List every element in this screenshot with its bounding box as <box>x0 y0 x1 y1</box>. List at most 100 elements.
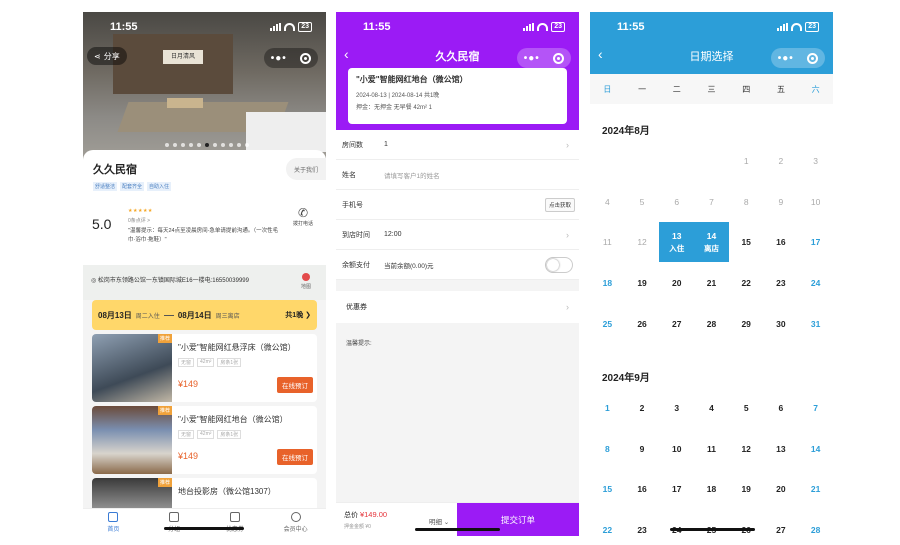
phone-row[interactable]: 手机号 点击获取 <box>336 190 579 220</box>
calendar-day[interactable]: 26 <box>625 304 660 344</box>
weekday-label: 二 <box>672 84 681 94</box>
close-miniapp-icon[interactable] <box>553 52 565 64</box>
calendar-scroll[interactable]: 2024年8月 2024年9月 1 2 3 4 5 6 7 8 9 10 11 12 13 入住 14 离店 1… <box>590 104 833 536</box>
calendar-day[interactable]: 13 <box>764 429 799 469</box>
calendar-day[interactable]: 23 <box>764 263 799 303</box>
total-label: 总价 <box>344 512 358 519</box>
calendar-day[interactable]: 24 <box>659 510 694 536</box>
booking-dates: 2024-08-13 | 2024-08-14 共1晚 <box>356 93 440 99</box>
home-indicator[interactable] <box>415 528 500 531</box>
about-us-button[interactable]: 关于我们 <box>286 158 326 180</box>
calendar-day[interactable]: 8 <box>590 429 625 469</box>
submit-order-button[interactable]: 提交订单 <box>457 503 579 536</box>
calendar-day[interactable]: 25 <box>590 304 625 344</box>
stay-date-bar[interactable]: 08月13日 周二入住 08月14日 周三离店 共1晚 ❯ <box>92 300 317 330</box>
spec: 无窗 <box>178 358 195 367</box>
calendar-day[interactable]: 5 <box>729 388 764 428</box>
calendar-day[interactable]: 22 <box>729 263 764 303</box>
arrival-time-row[interactable]: 到店时间 12:00 › <box>336 220 579 250</box>
calendar-day[interactable]: 18 <box>694 469 729 509</box>
calendar-day[interactable]: 11 <box>694 429 729 469</box>
balance-toggle[interactable] <box>545 256 573 273</box>
calendar-day[interactable]: 3 <box>659 388 694 428</box>
calendar-day[interactable]: 16 <box>764 222 799 262</box>
calendar-day[interactable]: 13 入住 <box>659 222 695 263</box>
miniapp-capsule[interactable]: •●• <box>264 48 318 68</box>
miniapp-capsule[interactable]: •●• <box>517 48 571 68</box>
calendar-day[interactable]: 31 <box>798 304 833 344</box>
calendar-day[interactable]: 9 <box>625 429 660 469</box>
guest-name-input[interactable]: 请填写客户1的姓名 <box>384 170 440 180</box>
calendar-day[interactable]: 4 <box>694 388 729 428</box>
calendar-day[interactable]: 22 <box>590 510 625 536</box>
calendar-day[interactable]: 10 <box>659 429 694 469</box>
more-icon[interactable]: •●• <box>524 53 540 64</box>
home-indicator[interactable] <box>164 527 244 530</box>
calendar-day[interactable]: 16 <box>625 469 660 509</box>
calendar-day[interactable]: 1 <box>590 388 625 428</box>
calendar-day[interactable]: 21 <box>694 263 729 303</box>
calendar-day[interactable]: 7 <box>798 388 833 428</box>
calendar-day: 3 <box>813 156 818 166</box>
tab-group[interactable]: 分组 <box>144 509 205 536</box>
room-card[interactable]: 推荐 "小爱"智能网红地台（微公馆） 无窗 42m² 房条1张 ¥149 在线预… <box>92 406 317 474</box>
close-miniapp-icon[interactable] <box>300 52 312 64</box>
guest-name-row[interactable]: 姓名 请填写客户1的姓名 <box>336 160 579 190</box>
room-card[interactable]: 推荐 "小爱"智能网红悬浮床（微公馆） 无窗 42m² 房条1张 ¥149 在线… <box>92 334 317 402</box>
miniapp-capsule[interactable]: •●• <box>771 48 825 68</box>
calendar-day[interactable]: 15 <box>590 469 625 509</box>
map-pin-icon <box>302 273 310 281</box>
more-icon[interactable]: •●• <box>271 53 287 64</box>
book-online-button[interactable]: 在线预订 <box>277 377 313 393</box>
calendar-day[interactable]: 25 <box>694 510 729 536</box>
calendar-day[interactable]: 27 <box>764 510 799 536</box>
calendar-day[interactable]: 28 <box>798 510 833 536</box>
calendar-day[interactable]: 19 <box>729 469 764 509</box>
order-form: 房间数 1 › 姓名 请填写客户1的姓名 手机号 点击获取 到店时间 12:00… <box>336 130 579 280</box>
wifi-icon <box>537 23 549 31</box>
calendar-day[interactable]: 21 <box>798 469 833 509</box>
calendar-day: 4 <box>604 196 610 207</box>
calendar-day[interactable]: 17 <box>798 222 833 262</box>
status-bar: 11:55 23 <box>336 12 579 42</box>
reviews-link[interactable]: 0条点评 > <box>128 217 150 224</box>
tab-coupon[interactable]: 优惠券 <box>205 509 266 536</box>
tab-home[interactable]: 首页 <box>83 509 144 536</box>
address-row: ◎ 松岗市东领路公馆一东镇国际城E16一楼电:16550039999 地图 <box>83 265 326 300</box>
more-icon[interactable]: •●• <box>778 53 794 64</box>
calendar-day[interactable]: 14 离店 <box>694 222 729 263</box>
map-button[interactable]: 地图 <box>294 273 318 290</box>
book-online-button[interactable]: 在线预订 <box>277 449 313 465</box>
signal-icon <box>523 23 535 31</box>
calendar-day[interactable]: 26 <box>729 510 764 536</box>
calendar-day[interactable]: 14 <box>798 429 833 469</box>
calendar-day[interactable]: 20 <box>659 263 694 303</box>
calendar-day[interactable]: 20 <box>764 469 799 509</box>
price-detail-button[interactable]: 明细 ⌄ <box>429 516 449 526</box>
calendar-day[interactable]: 27 <box>659 304 694 344</box>
hotel-home-screen: 日月清风 11:55 23 ⋖ 分享 •●• 久久民宿 舒适整洁 配套齐全 自助… <box>83 12 326 536</box>
share-label: 分享 <box>103 51 120 61</box>
home-indicator[interactable] <box>670 528 755 531</box>
call-button[interactable]: ✆ 拨打电话 <box>288 206 318 227</box>
share-button[interactable]: ⋖ 分享 <box>87 47 127 65</box>
calendar-day[interactable]: 29 <box>729 304 764 344</box>
calendar-day[interactable]: 18 <box>590 263 625 303</box>
calendar-day[interactable]: 24 <box>798 263 833 303</box>
tab-member[interactable]: 会员中心 <box>265 509 326 536</box>
calendar-day[interactable]: 28 <box>694 304 729 344</box>
close-miniapp-icon[interactable] <box>807 52 819 64</box>
calendar-day[interactable]: 6 <box>764 388 799 428</box>
date-picker-screen: 11:55 23 ‹ 日期选择 •●• 日 一 二 三 四 五 六 2024年8… <box>590 12 833 536</box>
coupon-row[interactable]: 优惠券 › <box>336 291 579 323</box>
calendar-day[interactable]: 2 <box>625 388 660 428</box>
calendar-day[interactable]: 23 <box>625 510 660 536</box>
calendar-day[interactable]: 12 <box>729 429 764 469</box>
room-count-row[interactable]: 房间数 1 › <box>336 130 579 160</box>
get-phone-button[interactable]: 点击获取 <box>544 197 575 212</box>
calendar-day[interactable]: 19 <box>625 263 660 303</box>
checkin-date: 08月13日 <box>98 310 132 320</box>
calendar-day[interactable]: 15 <box>729 222 764 262</box>
calendar-day[interactable]: 17 <box>659 469 694 509</box>
calendar-day[interactable]: 30 <box>764 304 799 344</box>
